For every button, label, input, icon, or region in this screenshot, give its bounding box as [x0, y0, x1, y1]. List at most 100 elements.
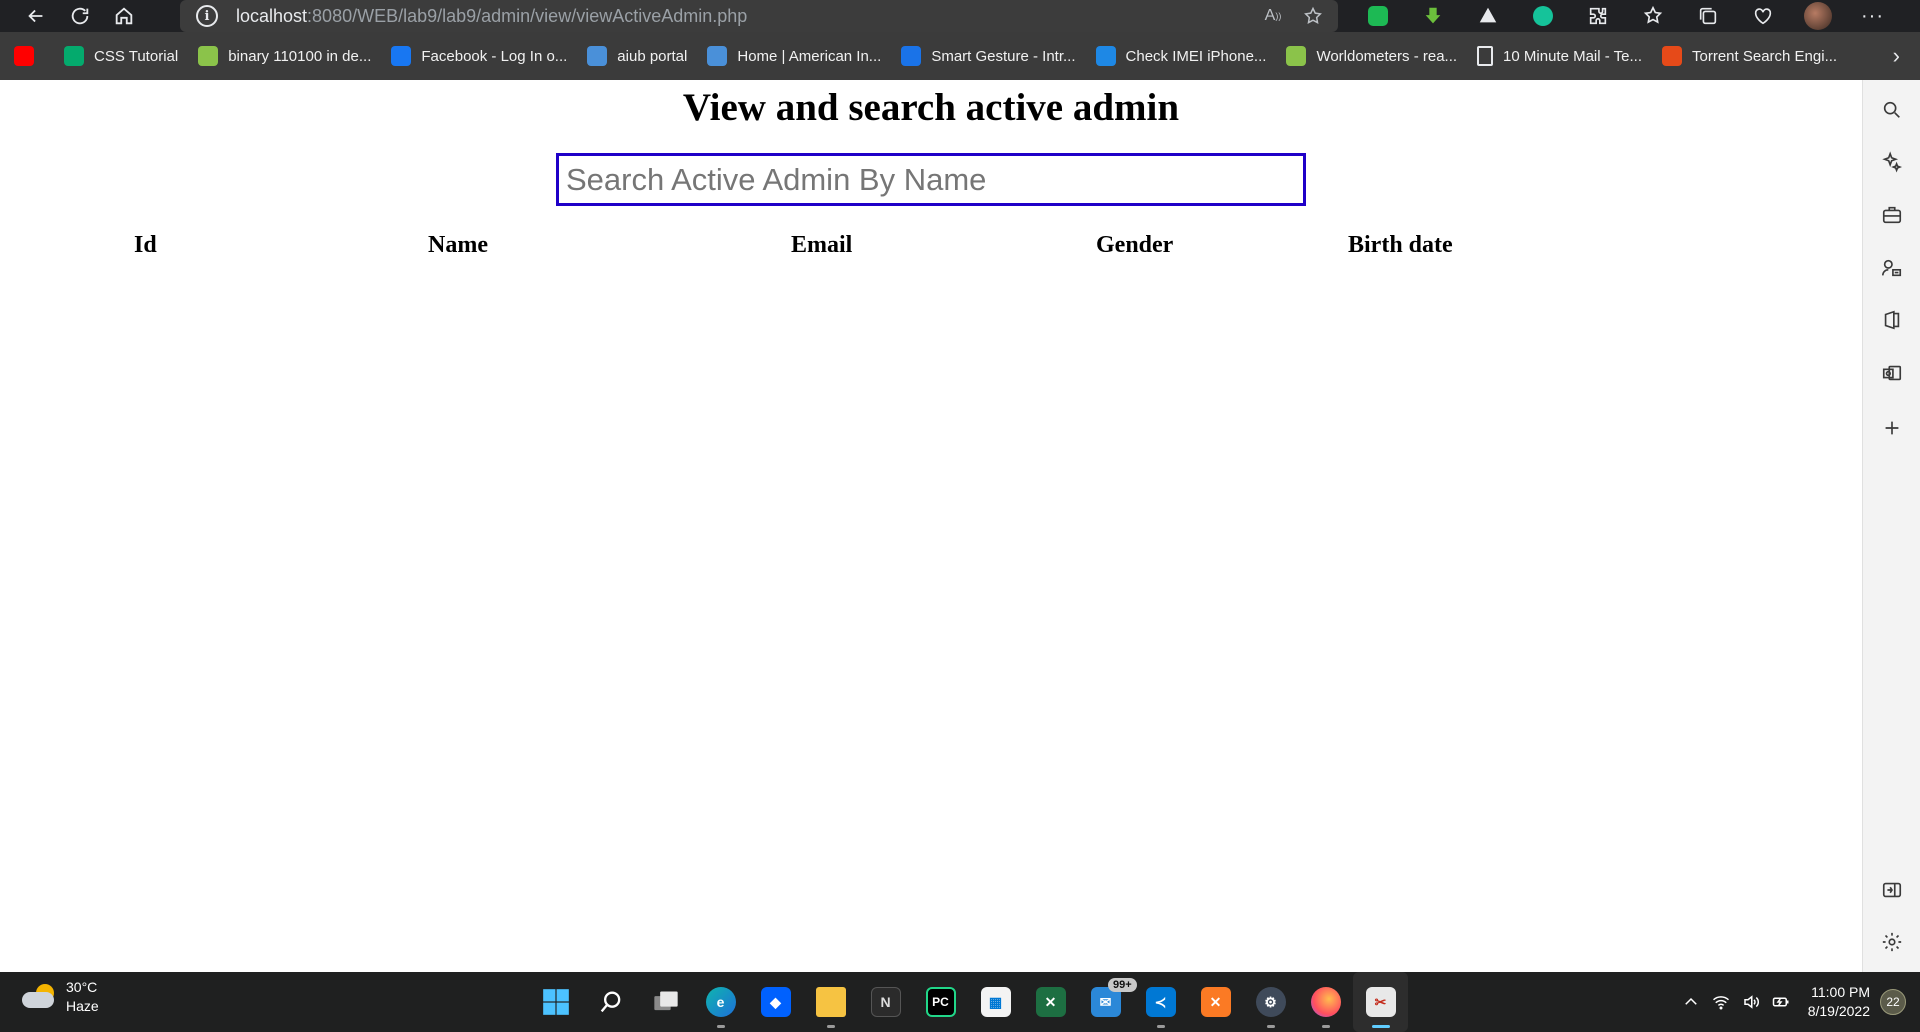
bookmark-item[interactable]	[14, 32, 44, 80]
drive-extension-icon[interactable]	[1460, 0, 1515, 32]
bookmarks-bar: CSS Tutorial binary 110100 in de... Facebo…	[0, 32, 1920, 80]
collections-icon[interactable]	[1680, 0, 1735, 32]
page-title: View and search active admin	[682, 86, 1180, 129]
taskbar-apps: e ◆ N PC ▦ ✕ ✉ 99+ ≺ ✕ ⚙ ✂	[528, 972, 1408, 1032]
bookmark-item[interactable]: CSS Tutorial	[64, 32, 178, 80]
search-icon	[600, 991, 620, 1013]
bookmark-item[interactable]: Smart Gesture - Intr...	[901, 32, 1076, 80]
weather-temperature: 30°C	[66, 979, 98, 995]
sidebar-discover-icon[interactable]	[1863, 142, 1920, 182]
back-button[interactable]	[14, 0, 58, 32]
task-view-button[interactable]	[638, 972, 693, 1032]
bookmarks-more-chevron-right-icon[interactable]: ›	[1893, 32, 1900, 80]
taskbar-vscode[interactable]: ≺	[1133, 972, 1188, 1032]
weather-haze-icon	[22, 982, 56, 1012]
download-extension-icon[interactable]	[1405, 0, 1460, 32]
show-hidden-icons-chevron-up-icon[interactable]	[1676, 972, 1706, 1032]
battery-charging-icon[interactable]	[1766, 972, 1796, 1032]
taskbar-notion[interactable]: N	[858, 972, 913, 1032]
clock-time: 11:00 PM	[1811, 984, 1870, 1000]
bookmark-label: Facebook - Log In o...	[421, 47, 568, 65]
sidebar-office-icon[interactable]	[1863, 300, 1920, 340]
favorites-icon[interactable]	[1625, 0, 1680, 32]
back-arrow-icon	[28, 9, 43, 23]
sidebar-search-icon[interactable]	[1863, 90, 1920, 130]
w3schools-icon	[64, 46, 84, 66]
sidebar-tools-icon[interactable]	[1863, 195, 1920, 235]
bookmark-item[interactable]: Home | American In...	[707, 32, 881, 80]
notion-icon: N	[870, 987, 901, 1017]
profile-avatar[interactable]	[1790, 0, 1845, 32]
bookmark-item[interactable]: binary 110100 in de...	[198, 32, 371, 80]
taskbar-snipping-tool[interactable]: ✂	[1353, 972, 1408, 1032]
volume-icon[interactable]	[1736, 972, 1766, 1032]
extensions-toolbar: ···	[1350, 0, 1900, 32]
windows-taskbar: 30°C Haze e ◆ N PC ▦ ✕ ✉ 99+ ≺ ✕ ⚙ ✂ 11:…	[0, 972, 1920, 1032]
taskbar-excel-app[interactable]: ✕	[1023, 972, 1078, 1032]
spreadsheet-icon: ✕	[1035, 987, 1066, 1017]
asus-icon	[901, 46, 922, 66]
taskbar-dropbox[interactable]: ◆	[748, 972, 803, 1032]
system-tray: 11:00 PM 8/19/2022 22	[1676, 972, 1920, 1032]
notification-center-badge[interactable]: 22	[1880, 989, 1906, 1015]
bookmark-item[interactable]: aiub portal	[587, 32, 687, 80]
taskbar-store[interactable]: ▦	[968, 972, 1023, 1032]
sidebar-settings-icon[interactable]	[1863, 922, 1920, 962]
edge-sidebar	[1862, 80, 1920, 972]
snipping-tool-icon: ✂	[1365, 987, 1396, 1017]
bookmark-label: Check IMEI iPhone...	[1125, 47, 1267, 65]
bookmark-item[interactable]: Check IMEI iPhone...	[1095, 32, 1267, 80]
taskbar-edge[interactable]: e	[693, 972, 748, 1032]
bookmark-label: binary 110100 in de...	[228, 47, 372, 65]
windows-logo-icon	[542, 989, 569, 1015]
search-input[interactable]	[556, 153, 1306, 206]
bookmark-label: Worldometers - rea...	[1316, 47, 1458, 65]
sidebar-games-icon[interactable]	[1863, 248, 1920, 288]
wifi-icon[interactable]	[1706, 972, 1736, 1032]
taskbar-mail[interactable]: ✉ 99+	[1078, 972, 1137, 1032]
browser-essentials-icon[interactable]	[1735, 0, 1790, 32]
bookmark-item[interactable]: Worldometers - rea...	[1286, 32, 1457, 80]
sidebar-add-icon[interactable]	[1863, 408, 1920, 448]
extensions-icon[interactable]	[1570, 0, 1625, 32]
adblock-extension-icon[interactable]	[1350, 0, 1405, 32]
dropbox-icon: ◆	[760, 987, 791, 1017]
page-content: View and search active admin Id Name Ema…	[0, 80, 1862, 972]
edge-icon: e	[705, 987, 736, 1017]
bookmark-label: 10 Minute Mail - Te...	[1503, 47, 1642, 65]
bookmark-item[interactable]: Torrent Search Engi...	[1662, 32, 1837, 80]
weather-widget[interactable]: 30°C Haze	[22, 978, 99, 1016]
grammarly-icon[interactable]	[1515, 0, 1570, 32]
system-clock[interactable]: 11:00 PM 8/19/2022	[1808, 983, 1870, 1021]
taskbar-search-button[interactable]	[583, 972, 638, 1032]
sidebar-hide-icon[interactable]	[1863, 870, 1920, 910]
address-bar[interactable]: i localhost:8080/WEB/lab9/lab9/admin/vie…	[180, 0, 1338, 32]
url-text[interactable]: localhost:8080/WEB/lab9/lab9/admin/view/…	[236, 6, 747, 27]
taskbar-file-explorer[interactable]	[803, 972, 858, 1032]
taskbar-firefox[interactable]	[1298, 972, 1353, 1032]
start-button[interactable]	[528, 972, 583, 1032]
bookmark-label: CSS Tutorial	[94, 47, 179, 65]
store-icon: ▦	[980, 987, 1011, 1017]
taskbar-pycharm[interactable]: PC	[913, 972, 968, 1032]
column-header-id: Id	[134, 232, 157, 258]
column-header-name: Name	[428, 232, 488, 258]
facebook-icon	[391, 46, 412, 66]
xampp-icon: ✕	[1200, 987, 1231, 1017]
site-info-icon[interactable]: i	[196, 5, 218, 27]
home-icon	[115, 7, 133, 25]
taskbar-settings[interactable]: ⚙	[1243, 972, 1298, 1032]
task-view-icon	[653, 991, 678, 1011]
home-button[interactable]	[102, 0, 146, 32]
bookmark-label: Smart Gesture - Intr...	[931, 47, 1076, 65]
aiub-home-icon	[707, 46, 728, 66]
refresh-button[interactable]	[58, 0, 102, 32]
read-aloud-icon[interactable]: A))	[1260, 3, 1286, 29]
add-favorite-icon[interactable]	[1300, 3, 1326, 29]
settings-more-icon[interactable]: ···	[1845, 0, 1900, 32]
bookmark-item[interactable]: Facebook - Log In o...	[391, 32, 567, 80]
worldometers-icon	[1286, 46, 1307, 66]
taskbar-xampp[interactable]: ✕	[1188, 972, 1243, 1032]
sidebar-outlook-icon[interactable]	[1863, 353, 1920, 393]
bookmark-item[interactable]: 10 Minute Mail - Te...	[1477, 32, 1642, 80]
